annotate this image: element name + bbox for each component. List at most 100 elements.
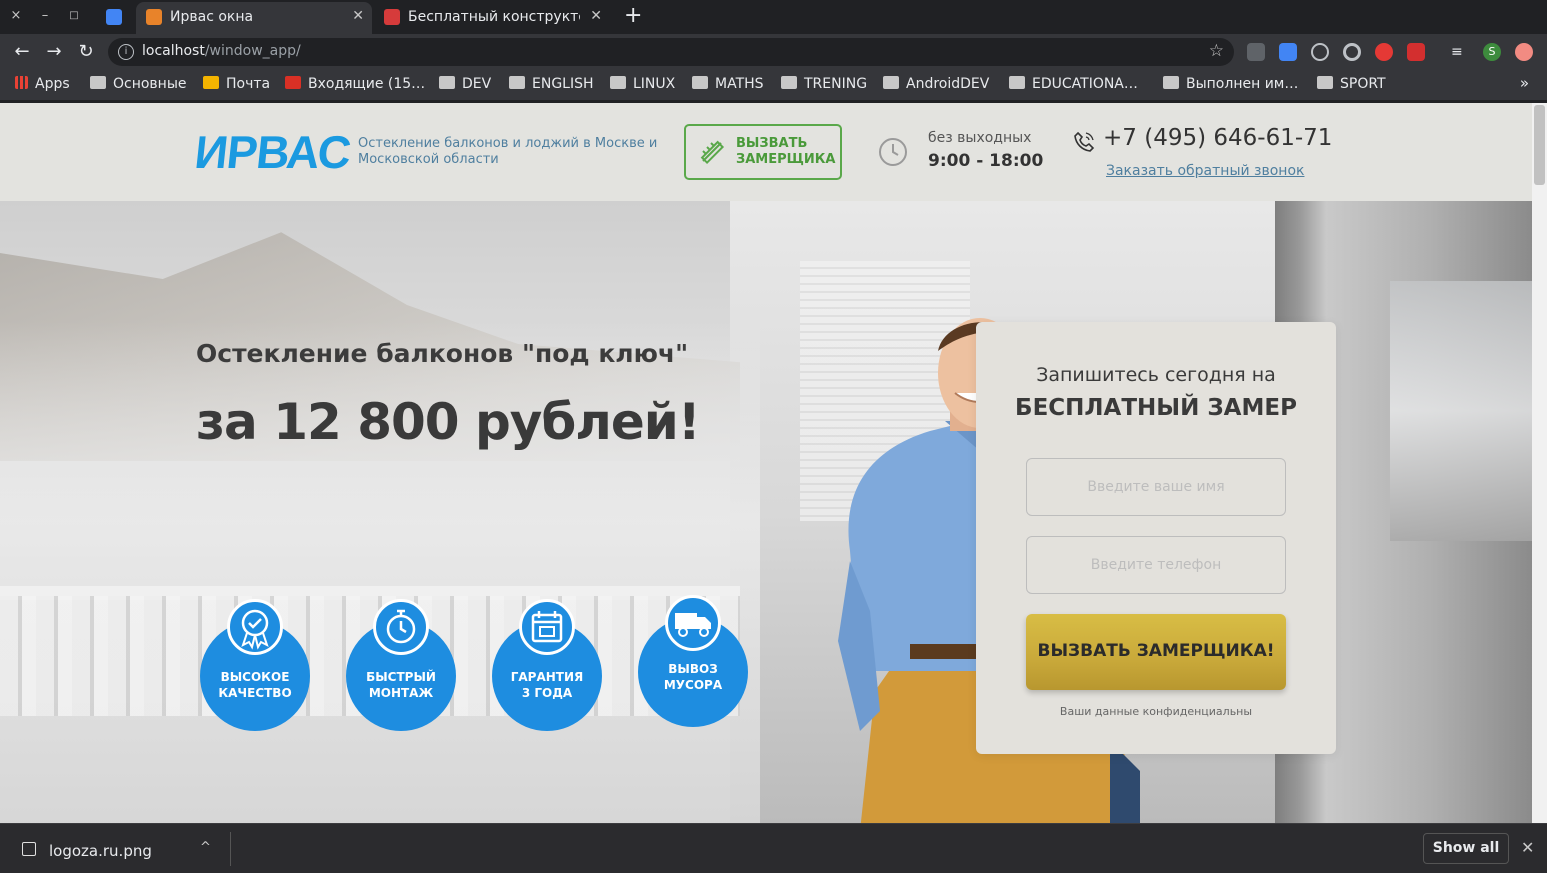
bookmark-label: LINUX bbox=[633, 76, 676, 92]
folder-icon bbox=[439, 76, 455, 89]
tab-close-icon[interactable]: ✕ bbox=[590, 8, 602, 24]
bookmark-folder[interactable]: SPORT bbox=[1317, 76, 1386, 92]
bookmark-folder[interactable]: LINUX bbox=[610, 76, 675, 92]
bookmark-label: Основные bbox=[113, 76, 187, 92]
bookmark-apps[interactable]: Apps bbox=[15, 76, 70, 92]
folder-icon bbox=[692, 76, 708, 89]
form-subtitle: БЕСПЛАТНЫЙ ЗАМЕР bbox=[1015, 395, 1297, 421]
back-icon[interactable]: ← bbox=[10, 40, 34, 64]
bookmark-folder[interactable]: DEV bbox=[439, 76, 491, 92]
google-translate-icon bbox=[106, 9, 122, 25]
tab-strip: × – □ Ирвас окна ✕ Бесплатный конструкто… bbox=[0, 0, 1547, 34]
hours-label: без выходных bbox=[928, 130, 1032, 146]
quality-ribbon-icon bbox=[241, 609, 269, 650]
bookmark-label: Выполнен им… bbox=[1186, 76, 1299, 92]
download-file-name[interactable]: logoza.ru.png bbox=[49, 842, 152, 860]
page-viewport: ИРВАС Остекление балконов и лоджий в Мос… bbox=[0, 103, 1532, 823]
folder-icon bbox=[883, 76, 899, 89]
bookmark-mail[interactable]: Почта bbox=[203, 76, 270, 92]
forward-icon[interactable]: → bbox=[42, 40, 66, 64]
bookmark-folder[interactable]: EDUCATIONA… bbox=[1009, 76, 1138, 92]
folder-icon bbox=[509, 76, 525, 89]
scrollbar-thumb[interactable] bbox=[1534, 105, 1545, 185]
tab-constructor[interactable]: Бесплатный конструктор ✕ bbox=[374, 2, 610, 34]
callback-link[interactable]: Заказать обратный звонок bbox=[1106, 163, 1304, 179]
reload-icon[interactable]: ↻ bbox=[74, 40, 98, 64]
name-input[interactable] bbox=[1026, 458, 1286, 516]
profile-avatar[interactable]: S bbox=[1483, 43, 1501, 61]
bookmark-label: EDUCATIONA… bbox=[1032, 76, 1138, 92]
submit-button[interactable]: ВЫЗВАТЬ ЗАМЕРЩИКА! bbox=[1026, 614, 1286, 690]
bookmark-label: SPORT bbox=[1340, 76, 1386, 92]
bookmarks-bar: Apps Основные Почта Входящие (15… DEV EN… bbox=[0, 70, 1547, 100]
bookmark-folder[interactable]: ENGLISH bbox=[509, 76, 594, 92]
pinned-tab-translate[interactable] bbox=[100, 2, 132, 34]
folder-icon bbox=[610, 76, 626, 89]
site-info-icon[interactable]: i bbox=[118, 44, 134, 60]
call-measurer-label: ВЫЗВАТЬ ЗАМЕРЩИКА bbox=[736, 136, 836, 167]
phone-icon bbox=[1074, 131, 1095, 152]
bookmark-star-icon[interactable]: ☆ bbox=[1209, 41, 1224, 61]
extension-translate-icon[interactable] bbox=[1279, 43, 1297, 61]
badge-label: ГАРАНТИЯ 3 ГОДА bbox=[510, 670, 584, 700]
gmail-icon bbox=[285, 76, 301, 89]
window-maximize-icon[interactable]: □ bbox=[64, 6, 84, 26]
bookmark-folder[interactable]: Основные bbox=[90, 76, 187, 92]
folder-icon bbox=[781, 76, 797, 89]
close-icon[interactable]: ✕ bbox=[1521, 838, 1534, 857]
calendar-icon bbox=[531, 611, 563, 643]
xampp-favicon-icon bbox=[146, 9, 162, 25]
apps-grid-icon bbox=[15, 76, 28, 89]
folder-icon bbox=[90, 76, 106, 89]
phone-input[interactable] bbox=[1026, 536, 1286, 594]
site-header: ИРВАС Остекление балконов и лоджий в Мос… bbox=[0, 103, 1532, 201]
extension-adblock-icon[interactable] bbox=[1375, 43, 1393, 61]
url-text[interactable]: localhost/window_app/ bbox=[142, 43, 301, 59]
window-close-icon[interactable]: × bbox=[6, 6, 26, 26]
url-path: /window_app/ bbox=[204, 43, 301, 59]
extension-record-icon[interactable] bbox=[1343, 43, 1361, 61]
badge-label: ВЫСОКОЕ КАЧЕСТВО bbox=[218, 670, 292, 700]
bookmark-folder[interactable]: Выполнен им… bbox=[1163, 76, 1298, 92]
bookmark-label: AndroidDEV bbox=[906, 76, 990, 92]
bookmark-folder[interactable]: TRENING bbox=[781, 76, 867, 92]
hero-section: Остекление балконов "под ключ" за 12 800… bbox=[0, 201, 1532, 823]
extension-video-icon[interactable] bbox=[1407, 43, 1425, 61]
truck-icon bbox=[675, 613, 711, 637]
call-measurer-button[interactable]: ВЫЗВАТЬ ЗАМЕРЩИКА bbox=[684, 124, 842, 180]
bookmark-folder[interactable]: MATHS bbox=[692, 76, 764, 92]
phone-number[interactable]: +7 (495) 646-61-71 bbox=[1103, 125, 1332, 151]
tab-title: Бесплатный конструктор bbox=[408, 9, 580, 25]
browser-toolbar: ← → ↻ i localhost/window_app/ ☆ ≡ S bbox=[0, 34, 1547, 70]
folder-icon bbox=[1317, 76, 1333, 89]
address-bar[interactable]: i localhost/window_app/ ☆ bbox=[108, 38, 1234, 66]
bookmark-label: TRENING bbox=[804, 76, 868, 92]
bookmark-label: Почта bbox=[226, 76, 271, 92]
url-host: localhost bbox=[142, 43, 205, 59]
extension-react-icon[interactable] bbox=[1311, 43, 1329, 61]
site-favicon-icon bbox=[384, 9, 400, 25]
bookmark-folder[interactable]: AndroidDEV bbox=[883, 76, 989, 92]
downloads-bar: logoza.ru.png ^ Show all ✕ bbox=[0, 823, 1547, 873]
new-tab-button[interactable]: + bbox=[624, 5, 642, 27]
window-minimize-icon[interactable]: – bbox=[35, 6, 55, 26]
bookmark-inbox[interactable]: Входящие (15… bbox=[285, 76, 425, 92]
stopwatch-icon bbox=[386, 609, 416, 644]
media-queue-icon[interactable]: ≡ bbox=[1451, 43, 1469, 61]
mail-icon bbox=[203, 76, 219, 89]
chevron-up-icon[interactable]: ^ bbox=[200, 840, 211, 855]
update-badge-icon[interactable] bbox=[1515, 43, 1533, 61]
bookmark-label: DEV bbox=[462, 76, 492, 92]
clock-icon bbox=[879, 138, 907, 166]
bookmark-label: MATHS bbox=[715, 76, 764, 92]
site-tagline: Остекление балконов и лоджий в Москве и … bbox=[358, 136, 658, 167]
tab-irvas[interactable]: Ирвас окна ✕ bbox=[136, 2, 372, 34]
extension-spy-icon[interactable] bbox=[1247, 43, 1265, 61]
bookmarks-overflow-icon[interactable]: » bbox=[1520, 74, 1529, 92]
irvas-logo[interactable]: ИРВАС bbox=[192, 125, 353, 179]
page-scrollbar[interactable] bbox=[1532, 103, 1547, 823]
tab-close-icon[interactable]: ✕ bbox=[352, 8, 364, 24]
show-all-button[interactable]: Show all bbox=[1423, 833, 1509, 864]
form-title: Запишитесь сегодня на bbox=[1036, 364, 1276, 386]
tab-title: Ирвас окна bbox=[170, 9, 254, 25]
